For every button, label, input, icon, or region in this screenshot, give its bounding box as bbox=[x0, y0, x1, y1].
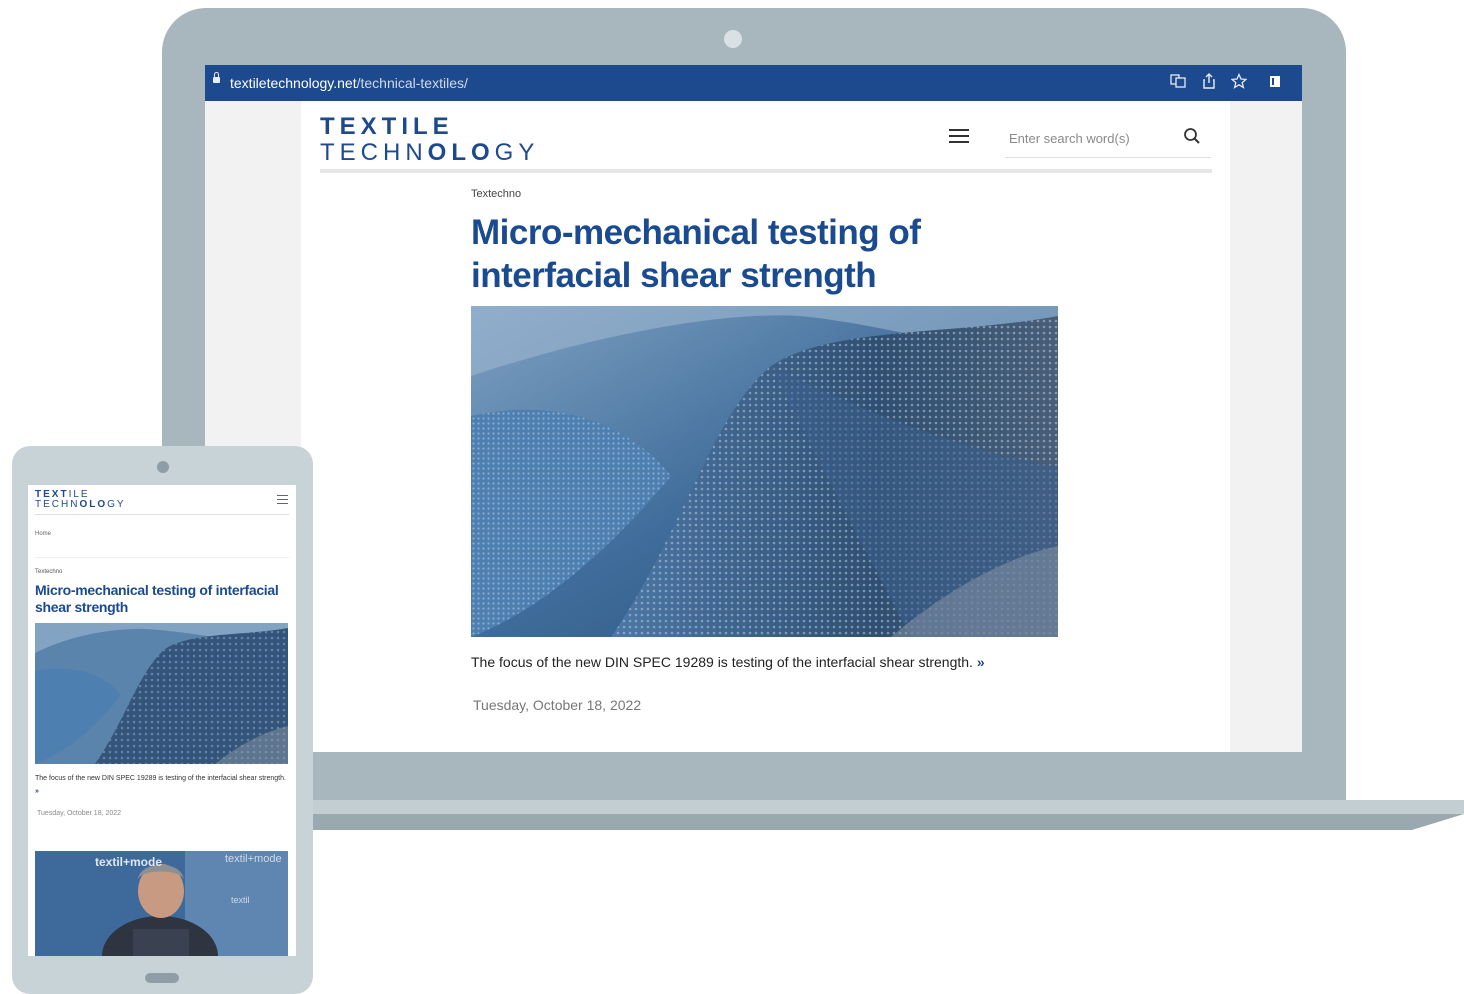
search-box bbox=[1005, 119, 1211, 158]
lock-icon bbox=[213, 72, 220, 83]
video-brand-logo-3: textil bbox=[231, 895, 250, 905]
tablet-article-date: Tuesday, October 18, 2022 bbox=[37, 810, 122, 817]
header-divider bbox=[320, 169, 1212, 173]
article-hero-image[interactable] bbox=[471, 306, 1058, 637]
tablet-read-more-link[interactable]: » bbox=[35, 788, 39, 795]
search-input[interactable] bbox=[1009, 127, 1169, 149]
page-gutter-right bbox=[1230, 101, 1302, 752]
tablet-divider bbox=[35, 557, 289, 558]
tablet-logo-text-2b: OLO bbox=[79, 499, 108, 510]
logo-text-1: TEXTILE bbox=[320, 113, 454, 140]
tablet-video-thumbnail[interactable]: textil+mode textil+mode textil bbox=[35, 851, 288, 956]
logo-text-2a: TECHN bbox=[320, 139, 428, 166]
tablet-header-divider bbox=[35, 514, 289, 515]
tablet-camera bbox=[157, 461, 169, 473]
video-brand-logo-2: textil+mode bbox=[225, 853, 282, 865]
tablet-frame: TEXTILE TECHNOLOGY Home Textechno Micro-… bbox=[12, 446, 313, 994]
video-brand-logo: textil+mode bbox=[95, 855, 163, 869]
article-kicker: Textechno bbox=[471, 188, 522, 200]
browser-address-bar[interactable]: textiletechnology.net/technical-textiles… bbox=[205, 65, 1302, 101]
tablet-logo-line2[interactable]: TECHNOLOGY bbox=[35, 499, 126, 510]
tablet-article-hero-image[interactable] bbox=[35, 623, 288, 764]
tablet-article-teaser: The focus of the new DIN SPEC 19289 is t… bbox=[35, 772, 288, 798]
site-logo-line2[interactable]: TECHNOLOGY bbox=[320, 139, 539, 167]
laptop-base-edge bbox=[162, 814, 1464, 830]
tablet-logo-text-2a: TECHN bbox=[35, 499, 80, 510]
article-teaser: The focus of the new DIN SPEC 19289 is t… bbox=[471, 654, 985, 670]
tablet-home-button[interactable] bbox=[145, 973, 179, 983]
site-logo-line1[interactable]: TEXTILE bbox=[320, 113, 454, 141]
side-panel-icon[interactable] bbox=[1270, 76, 1280, 87]
logo-text-2c: GY bbox=[494, 139, 540, 166]
search-icon[interactable] bbox=[1183, 127, 1201, 145]
tablet-article-kicker: Textechno bbox=[35, 569, 63, 575]
menu-icon[interactable] bbox=[949, 129, 971, 145]
laptop-base bbox=[162, 800, 1464, 814]
tablet-screen: TEXTILE TECHNOLOGY Home Textechno Micro-… bbox=[28, 485, 296, 956]
laptop-camera bbox=[724, 30, 742, 48]
logo-text-2b: OLO bbox=[427, 139, 495, 166]
tablet-breadcrumb[interactable]: Home bbox=[35, 531, 51, 537]
url-text[interactable]: textiletechnology.net/technical-textiles… bbox=[230, 75, 468, 91]
article-title[interactable]: Micro-mechanical testing of interfacial … bbox=[471, 211, 1031, 297]
share-icon[interactable] bbox=[1199, 73, 1219, 93]
laptop-screen: textiletechnology.net/technical-textiles… bbox=[205, 65, 1302, 752]
article-date: Tuesday, October 18, 2022 bbox=[473, 697, 642, 713]
tablet-article-title[interactable]: Micro-mechanical testing of interfacial … bbox=[35, 582, 285, 616]
article-teaser-text: The focus of the new DIN SPEC 19289 is t… bbox=[471, 654, 973, 670]
url-path: /technical-textiles/ bbox=[356, 75, 468, 91]
translate-icon[interactable] bbox=[1168, 73, 1188, 93]
bookmark-star-icon[interactable] bbox=[1229, 72, 1249, 93]
tablet-menu-icon[interactable] bbox=[277, 495, 288, 504]
url-domain: textiletechnology.net bbox=[230, 75, 357, 91]
tablet-logo-text-2c: GY bbox=[107, 499, 126, 510]
tablet-teaser-text: The focus of the new DIN SPEC 19289 is t… bbox=[35, 775, 286, 782]
read-more-link[interactable]: » bbox=[977, 654, 985, 670]
